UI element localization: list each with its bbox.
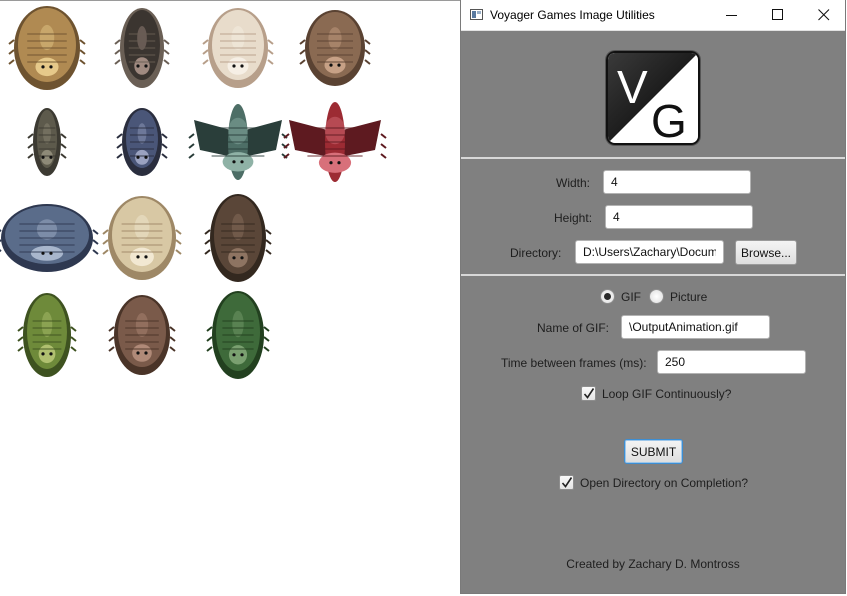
red-winged-creature <box>283 102 387 182</box>
logo-letter-v: V <box>617 61 648 113</box>
logo-letter-g: G <box>651 95 687 143</box>
checkmark-icon <box>561 477 573 488</box>
sprite-grid <box>0 6 387 379</box>
title-bar[interactable]: Voyager Games Image Utilities <box>461 0 845 31</box>
maximize-icon <box>772 9 783 20</box>
picture-radio-label: Picture <box>670 290 708 304</box>
width-field[interactable] <box>603 170 751 194</box>
vg-logo: V G <box>606 51 700 145</box>
minimize-button[interactable] <box>709 0 755 30</box>
browse-button[interactable]: Browse... <box>735 240 797 265</box>
gif-name-field[interactable] <box>621 315 770 339</box>
dark-brown-centipede <box>204 194 272 282</box>
submit-button[interactable]: SUBMIT <box>624 439 683 464</box>
grey-squid-creature <box>27 108 67 176</box>
height-field[interactable] <box>605 205 753 229</box>
cream-slug-creature <box>202 8 274 88</box>
credit-text: Created by Zachary D. Montross <box>566 557 740 571</box>
frame-time-field[interactable] <box>657 350 806 374</box>
loop-checkbox-label: Loop GIF Continuously? <box>602 387 732 401</box>
open-directory-checkbox[interactable] <box>559 475 574 490</box>
teal-winged-creature <box>188 104 288 180</box>
width-label: Width: <box>556 176 591 190</box>
gif-radio-label: GIF <box>621 290 641 304</box>
open-directory-label: Open Directory on Completion? <box>580 476 749 490</box>
frame-time-label: Time between frames (ms): <box>501 356 647 370</box>
minimize-icon <box>726 15 737 16</box>
dark-green-creature <box>206 291 270 379</box>
picture-radio[interactable] <box>649 289 664 304</box>
blue-crab-creature <box>0 204 99 272</box>
app-window: Voyager Games Image Utilities V G Width:… <box>460 0 846 594</box>
brown-egg-creature <box>108 295 176 375</box>
close-button[interactable] <box>801 0 847 30</box>
checkmark-icon <box>583 388 595 399</box>
sprite-sheet-preview <box>0 0 460 596</box>
blue-beetle-creature <box>116 108 168 176</box>
window-title: Voyager Games Image Utilities <box>490 8 655 22</box>
beige-shell-creature <box>102 196 182 280</box>
gif-name-label: Name of GIF: <box>537 321 610 335</box>
close-icon <box>818 9 830 21</box>
loop-checkbox[interactable] <box>581 386 596 401</box>
app-icon <box>470 9 483 20</box>
maximize-button[interactable] <box>755 0 801 30</box>
separator-top <box>461 157 845 159</box>
height-label: Height: <box>554 211 593 225</box>
separator-middle <box>461 274 845 276</box>
brown-spiked-creature <box>299 10 371 86</box>
dark-armored-creature <box>114 8 170 88</box>
gif-radio[interactable] <box>600 289 615 304</box>
green-plant-creature <box>17 293 77 377</box>
tan-horned-creature <box>8 6 86 90</box>
directory-field[interactable] <box>575 240 724 264</box>
directory-label: Directory: <box>510 246 562 260</box>
